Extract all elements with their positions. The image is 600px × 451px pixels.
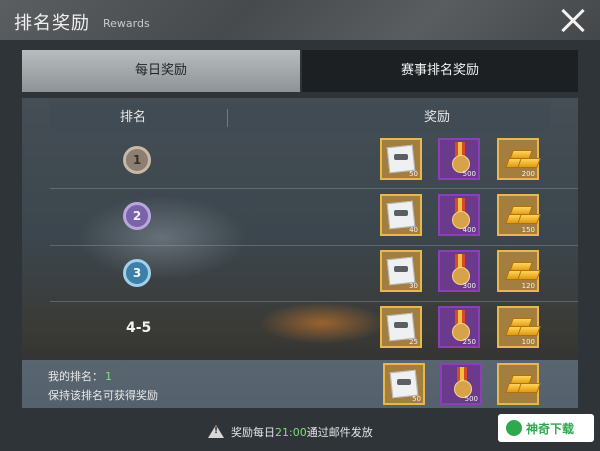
notice-suffix: 通过邮件发放 [306, 426, 373, 439]
header: 排名奖励 Rewards [0, 0, 600, 40]
my-rank-hint: 保持该排名可获得奖励 [48, 389, 158, 402]
rank-range-label: 4-5 [126, 320, 152, 336]
item-quantity: 120 [521, 282, 535, 290]
item-quantity: 400 [462, 226, 476, 234]
item-quantity: 500 [462, 170, 476, 178]
reward-notice: 奖励每日21:00通过邮件发放 [231, 424, 373, 440]
gold-item-icon[interactable]: 200 [497, 138, 541, 180]
medal-item-icon[interactable]: 500 [440, 363, 482, 405]
warning-icon [208, 425, 224, 438]
my-rank-label: 我的排名： [48, 370, 103, 383]
tab-daily-rewards[interactable]: 每日奖励 [22, 50, 300, 92]
rank-badge-icon: 2 [123, 202, 151, 230]
medal-item-icon[interactable]: 250 [438, 306, 480, 348]
column-divider [227, 109, 228, 127]
item-quantity: 25 [409, 338, 418, 346]
my-rank-bar: 我的排名： 1 保持该排名可获得奖励 [22, 360, 578, 408]
item-quantity: 300 [462, 282, 476, 290]
item-quantity: 500 [464, 395, 478, 403]
notice-time: 21:00 [275, 426, 307, 439]
medal-item-icon[interactable]: 500 [438, 138, 480, 180]
rank-badge-icon: 1 [123, 146, 151, 174]
gold-item-icon[interactable]: 150 [497, 194, 541, 236]
item-quantity: 50 [409, 170, 418, 178]
item-quantity: 30 [409, 282, 418, 290]
row-divider [50, 188, 578, 189]
medal-item-icon[interactable]: 400 [438, 194, 480, 236]
item-quantity: 250 [462, 338, 476, 346]
watermark: 神奇下载 [498, 414, 594, 442]
my-rank-line: 我的排名： 1 [48, 368, 112, 384]
paper-item-icon[interactable]: 50 [380, 138, 422, 180]
page-title: 排名奖励 [14, 13, 90, 34]
tab-event-rank-rewards[interactable]: 赛事排名奖励 [302, 50, 578, 92]
paper-item-icon[interactable]: 50 [383, 363, 425, 405]
paper-item-icon[interactable]: 25 [380, 306, 422, 348]
item-quantity: 50 [412, 395, 421, 403]
watermark-logo-icon [506, 420, 522, 436]
item-quantity: 100 [521, 338, 535, 346]
medal-item-icon[interactable]: 300 [438, 250, 480, 292]
item-quantity: 200 [521, 170, 535, 178]
my-rank-value: 1 [105, 370, 112, 383]
row-divider [50, 301, 578, 302]
paper-item-icon[interactable]: 40 [380, 194, 422, 236]
paper-item-icon[interactable]: 30 [380, 250, 422, 292]
gold-item-icon[interactable]: 100 [497, 306, 541, 348]
close-icon[interactable] [556, 3, 590, 37]
gold-item-icon[interactable]: 120 [497, 250, 541, 292]
table-header: 排名 奖励 [50, 103, 550, 133]
notice-prefix: 奖励每日 [231, 426, 275, 439]
item-quantity: 40 [409, 226, 418, 234]
rank-badge-icon: 3 [123, 259, 151, 287]
column-reward: 奖励 [424, 110, 451, 125]
row-divider [50, 245, 578, 246]
gold-item-icon[interactable] [497, 363, 541, 405]
column-rank: 排名 [120, 110, 147, 125]
item-quantity: 150 [521, 226, 535, 234]
page-subtitle: Rewards [103, 17, 150, 30]
watermark-text: 神奇下载 [526, 422, 575, 436]
